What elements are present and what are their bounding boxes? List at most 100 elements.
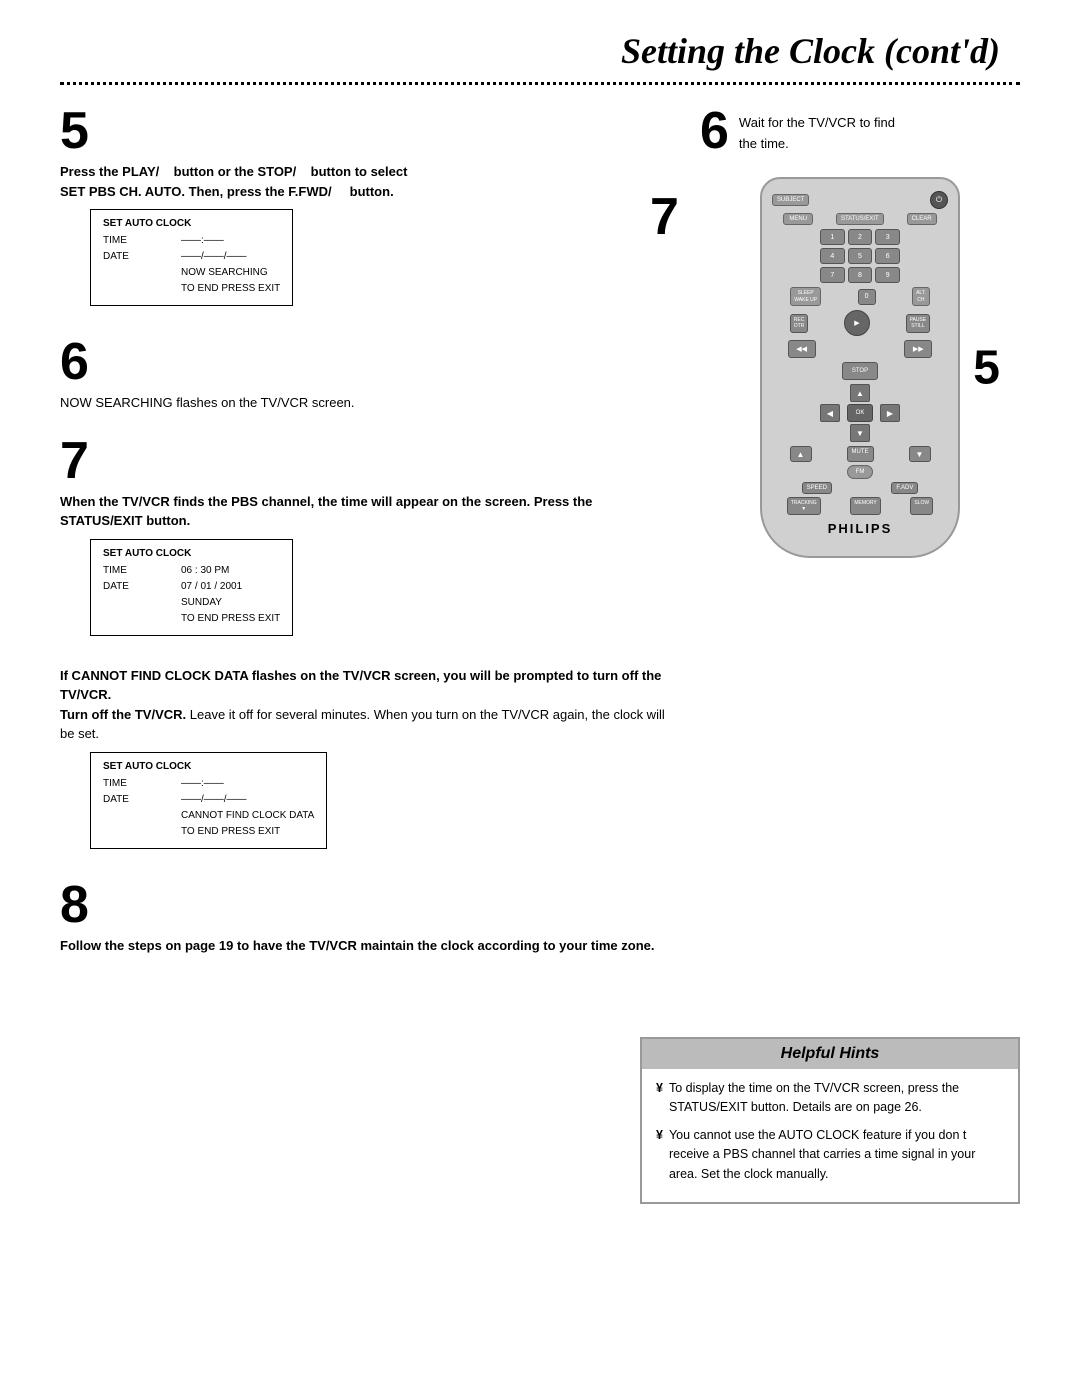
menu-button[interactable]: MENU — [783, 213, 813, 225]
dpad-down-row: ▼ — [820, 424, 900, 442]
remote-wrapper: SUBJECT ⏻ MENU STATUS/EXIT CLEAR 1 2 — [760, 177, 960, 558]
ffwd-button[interactable]: ▶▶ — [904, 340, 932, 358]
screen1-row-time: TIME ——:—— — [103, 233, 280, 249]
hint-1: ¥ To display the time on the TV/VCR scre… — [656, 1079, 1004, 1118]
screen-mockup-1: SET AUTO CLOCK TIME ——:—— DATE ——/——/—— … — [90, 209, 293, 306]
step-7b-text2: Turn off the TV/VCR. Leave it off for se… — [60, 705, 670, 744]
subject-button[interactable]: SUBJECT — [772, 194, 809, 206]
remote-speed-row: SPEED F.ADV — [772, 482, 948, 494]
step-7-right-number: 7 — [650, 187, 679, 247]
screen2-row-time: TIME 06 : 30 PM — [103, 563, 280, 579]
step-6-right-area: 6 Wait for the TV/VCR to findthe time. — [700, 105, 1020, 157]
remote-numpad: 1 2 3 4 5 6 7 8 9 — [820, 229, 900, 283]
step-6-text: NOW SEARCHING flashes on the TV/VCR scre… — [60, 393, 670, 413]
left-button[interactable]: ◀ — [820, 404, 840, 422]
vol-up-button[interactable]: ▲ — [790, 446, 812, 462]
clear-button[interactable]: CLEAR — [907, 213, 937, 225]
remote-brand: PHILIPS — [772, 521, 948, 536]
rew-button[interactable]: ◀◀ — [788, 340, 816, 358]
screen1-row-searching: NOW SEARCHING — [103, 265, 280, 281]
right-button[interactable]: ▶ — [880, 404, 900, 422]
step-5-block: 5 Press the PLAY/ button or the STOP/ bu… — [60, 105, 670, 314]
alt-ch-button[interactable]: ALT.CH — [912, 287, 930, 306]
btn-5[interactable]: 5 — [848, 248, 873, 264]
mute-button[interactable]: MUTE — [847, 446, 874, 462]
helpful-hints-box: Helpful Hints ¥ To display the time on t… — [640, 1037, 1020, 1204]
btn-9[interactable]: 9 — [875, 267, 900, 283]
remote-dpad: ▲ ◀ OK ▶ ▼ — [820, 384, 900, 442]
play-button[interactable]: ▶ — [844, 310, 870, 336]
screen1-row-date: DATE ——/——/—— — [103, 249, 280, 265]
remote-control: SUBJECT ⏻ MENU STATUS/EXIT CLEAR 1 2 — [760, 177, 960, 558]
helpful-hints-content: ¥ To display the time on the TV/VCR scre… — [642, 1069, 1018, 1202]
remote-rec-row: RECOTR ▶ PAUSESTILL — [772, 310, 948, 336]
screen-mockup-2: SET AUTO CLOCK TIME 06 : 30 PM DATE 07 /… — [90, 539, 293, 636]
step-7-block: 7 When the TV/VCR finds the PBS channel,… — [60, 435, 670, 644]
step-6-number: 6 — [60, 336, 670, 388]
screen1-row-end: TO END PRESS EXIT — [103, 281, 280, 297]
slow-button[interactable]: SLOW — [910, 497, 933, 515]
tracking-button[interactable]: TRACKING▼ — [787, 497, 821, 515]
step-5-text1: Press the PLAY/ button or the STOP/ butt… — [60, 162, 670, 182]
page-title: Setting the Clock (cont'd) — [60, 30, 1020, 72]
btn-1[interactable]: 1 — [820, 229, 845, 245]
ok-button[interactable]: OK — [847, 404, 873, 422]
section-divider — [60, 82, 1020, 85]
btn-0[interactable]: 0 — [858, 289, 876, 305]
step-8-block: 8 Follow the steps on page 19 to have th… — [60, 879, 670, 956]
hint-1-text: To display the time on the TV/VCR screen… — [669, 1079, 1004, 1118]
vol-down-button[interactable]: ▼ — [909, 446, 931, 462]
step-7-text: When the TV/VCR finds the PBS channel, t… — [60, 492, 670, 531]
down-button[interactable]: ▼ — [850, 424, 870, 442]
stop-button[interactable]: STOP — [842, 362, 878, 380]
step-6-block: 6 NOW SEARCHING flashes on the TV/VCR sc… — [60, 336, 670, 413]
remote-rew-row: ◀◀ ▶▶ — [772, 340, 948, 358]
left-column: 5 Press the PLAY/ button or the STOP/ bu… — [60, 105, 670, 977]
step-6-wait-text: Wait for the TV/VCR to findthe time. — [739, 105, 895, 155]
right-column: 6 Wait for the TV/VCR to findthe time. 7… — [700, 105, 1020, 977]
rec-otr-button[interactable]: RECOTR — [790, 314, 809, 333]
remote-area: 7 SUBJECT ⏻ MENU STATUS/EXIT CLEAR — [700, 177, 1020, 558]
btn-3[interactable]: 3 — [875, 229, 900, 245]
dpad-mid-row: ◀ OK ▶ — [820, 404, 900, 422]
fadv-button[interactable]: F.ADV — [891, 482, 918, 494]
remote-top-row: SUBJECT ⏻ — [772, 191, 948, 209]
step-6-right-number: 6 — [700, 105, 729, 157]
fm-button[interactable]: FM — [847, 465, 874, 479]
hint-2: ¥ You cannot use the AUTO CLOCK feature … — [656, 1126, 1004, 1184]
btn-6[interactable]: 6 — [875, 248, 900, 264]
step-5-text2: SET PBS CH. AUTO. Then, press the F.FWD/… — [60, 182, 670, 202]
status-exit-button[interactable]: STATUS/EXIT — [836, 213, 884, 225]
screen2-title: SET AUTO CLOCK — [103, 548, 280, 559]
step-5-remote-label: 5 — [973, 340, 1000, 395]
screen2-row-date: DATE 07 / 01 / 2001 — [103, 579, 280, 595]
btn-7[interactable]: 7 — [820, 267, 845, 283]
remote-menu-row: MENU STATUS/EXIT CLEAR — [772, 213, 948, 225]
screen3-row-time: TIME ——:—— — [103, 776, 314, 792]
power-button[interactable]: ⏻ — [930, 191, 948, 209]
memory-button[interactable]: MEMORY — [850, 497, 880, 515]
sleep-wakup-button[interactable]: SLEEPWAKE UP — [790, 287, 821, 306]
speed-button[interactable]: SPEED — [802, 482, 832, 494]
helpful-hints-area: Helpful Hints ¥ To display the time on t… — [60, 1007, 1020, 1204]
btn-4[interactable]: 4 — [820, 248, 845, 264]
step-7b-block: If CANNOT FIND CLOCK DATA flashes on the… — [60, 666, 670, 857]
remote-tracking-row: TRACKING▼ MEMORY SLOW — [772, 497, 948, 515]
hint-2-bullet: ¥ — [656, 1126, 663, 1184]
hint-2-text: You cannot use the AUTO CLOCK feature if… — [669, 1126, 1004, 1184]
step-5-number: 5 — [60, 105, 670, 157]
screen3-title: SET AUTO CLOCK — [103, 761, 314, 772]
step-7-number: 7 — [60, 435, 670, 487]
remote-fm-row: FM — [772, 465, 948, 479]
screen3-row-cannot: CANNOT FIND CLOCK DATA — [103, 808, 314, 824]
screen1-title: SET AUTO CLOCK — [103, 218, 280, 229]
btn-2[interactable]: 2 — [848, 229, 873, 245]
remote-stop-row: STOP — [772, 362, 948, 380]
up-button[interactable]: ▲ — [850, 384, 870, 402]
btn-8[interactable]: 8 — [848, 267, 873, 283]
screen3-row-end: TO END PRESS EXIT — [103, 824, 314, 840]
remote-vol-row: ▲ MUTE ▼ — [772, 446, 948, 462]
pause-still-button[interactable]: PAUSESTILL — [906, 314, 931, 333]
step-8-number: 8 — [60, 879, 670, 931]
remote-sleep-row: SLEEPWAKE UP 0 ALT.CH — [772, 287, 948, 306]
